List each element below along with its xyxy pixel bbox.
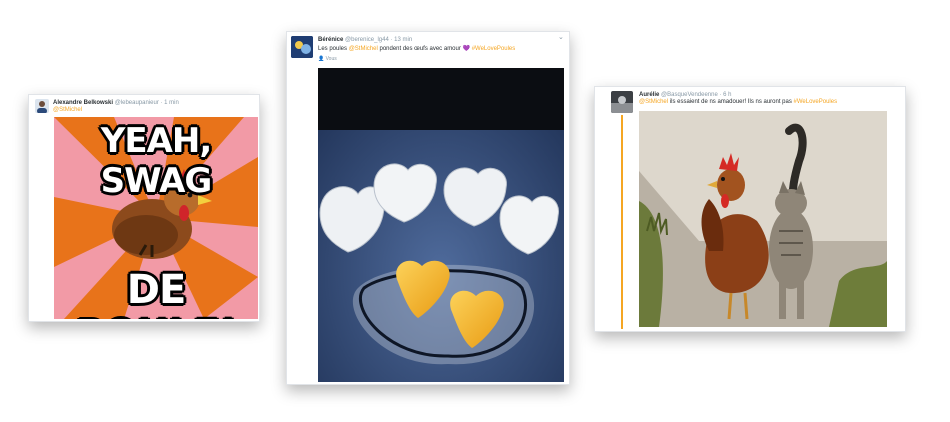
thread-line: [621, 115, 623, 329]
location-pin-icon[interactable]: ⌄: [558, 33, 564, 41]
meme-bottom-text: DE POULE!: [76, 267, 238, 319]
mention-link[interactable]: @StMichel: [349, 46, 378, 52]
user-avatar-icon: [37, 101, 47, 113]
tweet-header: Bérénice @berenice_lg44 · 13 min: [318, 36, 412, 44]
author-name[interactable]: Bérénice: [318, 37, 343, 43]
meme-top-text: YEAH, SWAG: [100, 121, 213, 201]
timestamp[interactable]: · 1 min: [161, 100, 179, 106]
eggs-photo[interactable]: [318, 68, 564, 382]
tweet-text-middle: pondent des œufs avec amour: [377, 46, 463, 52]
attribution-label[interactable]: Vous: [326, 56, 337, 62]
tweet-text: @StMichel: [53, 106, 82, 114]
user-avatar-icon: [291, 36, 313, 58]
user-avatar-icon: [611, 91, 633, 113]
person-icon: 👤: [318, 56, 325, 62]
hashtag-link[interactable]: #WeLovePoules: [794, 99, 838, 105]
author-handle[interactable]: @berenice_lg44: [345, 37, 389, 43]
heart-emoji: 💜: [462, 46, 471, 52]
mention-link[interactable]: @StMichel: [639, 99, 668, 105]
mention-link[interactable]: @StMichel: [53, 107, 82, 113]
tweet-card-1[interactable]: Alexandre Belkowski @lebeaupanieur · 1 m…: [28, 94, 260, 322]
tweet-card-3[interactable]: Aurélie @BasqueVendeenne · 6 h @StMichel…: [594, 86, 906, 332]
heart-eggs-illustration: [318, 68, 564, 382]
meme-image[interactable]: YEAH, SWAG DE POULE!: [54, 117, 258, 319]
tweet-text-middle: ils essaient de ns amadouer! Ils ns auro…: [668, 99, 794, 105]
tweet-text-start: Les poules: [318, 46, 349, 52]
chicken-and-cat-illustration: [639, 111, 887, 327]
author-handle[interactable]: @lebeaupanieur: [115, 100, 159, 106]
avatar[interactable]: [35, 99, 49, 113]
chicken-cat-photo[interactable]: [639, 111, 887, 327]
hashtag-link[interactable]: #WeLovePoules: [472, 46, 516, 52]
timestamp[interactable]: · 13 min: [391, 37, 413, 43]
avatar[interactable]: [611, 91, 633, 113]
tweet-text: @StMichel ils essaient de ns amadouer! I…: [639, 98, 837, 106]
tweet-text: Les poules @StMichel pondent des œufs av…: [318, 45, 515, 53]
avatar[interactable]: [291, 36, 313, 58]
attribution: 👤 Vous: [318, 56, 337, 62]
tweet-card-2[interactable]: Bérénice @berenice_lg44 · 13 min ⌄ Les p…: [286, 31, 570, 385]
